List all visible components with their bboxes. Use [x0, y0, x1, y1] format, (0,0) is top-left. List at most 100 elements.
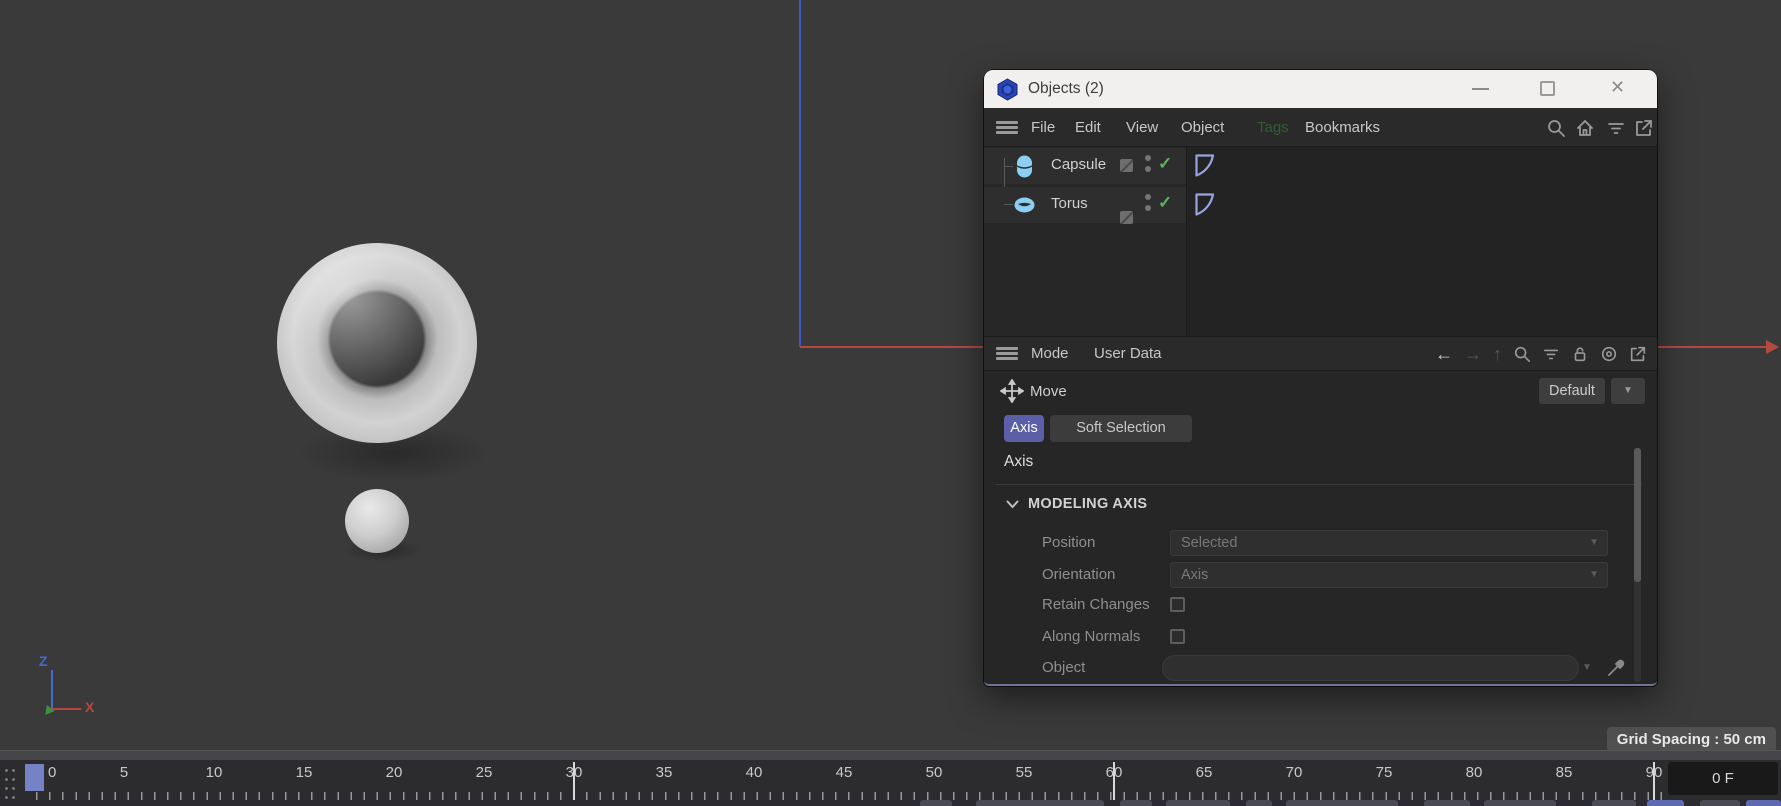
history-forward-icon[interactable]: → [1464, 345, 1482, 363]
preset-dropdown-arrow[interactable]: ▼ [1611, 378, 1645, 404]
orientation-label: Orientation [1042, 566, 1116, 583]
frame-label: 35 [655, 764, 673, 781]
menu-bookmarks[interactable]: Bookmarks [1305, 108, 1380, 147]
phong-tag-icon[interactable] [1194, 192, 1216, 217]
timeline-playhead[interactable] [25, 764, 44, 791]
toolbar-button-partial[interactable] [1484, 800, 1556, 806]
tab-soft-selection[interactable]: Soft Selection [1050, 415, 1192, 442]
frame-label: 55 [1015, 764, 1033, 781]
panel-menu-icon[interactable] [996, 347, 1018, 360]
frame-label: 50 [925, 764, 943, 781]
axis-gizmo-z-line [51, 670, 53, 710]
enabled-check-icon[interactable]: ✓ [1158, 193, 1172, 213]
position-label: Position [1042, 534, 1096, 551]
toolbar-button-partial[interactable] [920, 800, 952, 806]
filter-icon[interactable] [1542, 345, 1560, 363]
capsule-icon [1016, 155, 1033, 178]
phong-tag-icon[interactable] [1194, 153, 1216, 178]
toolbar-button-partial[interactable] [1120, 800, 1152, 806]
chevron-down-icon[interactable]: ▼ [1582, 655, 1592, 681]
tab-axis[interactable]: Axis [1004, 415, 1044, 442]
toolbar-button-partial-active[interactable] [1746, 800, 1781, 806]
object-name[interactable]: Capsule [1051, 156, 1106, 173]
active-tool-label: Move [1030, 383, 1067, 400]
object-name[interactable]: Torus [1051, 195, 1088, 212]
toolbar-button-partial[interactable] [1592, 800, 1636, 806]
group-modeling-axis[interactable]: MODELING AXIS [1028, 496, 1147, 512]
capsule-object[interactable] [345, 489, 409, 553]
visibility-dot-top[interactable] [1145, 155, 1151, 161]
menu-mode[interactable]: Mode [1031, 337, 1069, 370]
menu-tags[interactable]: Tags [1257, 108, 1289, 147]
filter-icon[interactable] [1606, 118, 1626, 138]
axis-gizmo-x-label: X [85, 699, 95, 715]
retain-changes-checkbox[interactable] [1170, 597, 1185, 612]
along-normals-checkbox[interactable] [1170, 629, 1185, 644]
history-back-icon[interactable]: ← [1435, 345, 1453, 363]
world-x-axis-line [800, 346, 984, 348]
search-icon[interactable] [1546, 118, 1566, 138]
target-icon[interactable] [1600, 345, 1618, 363]
frame-label: 0 [48, 764, 57, 781]
world-x-axis-line [1657, 346, 1767, 348]
minimize-button[interactable] [1472, 88, 1489, 90]
toolbar-button-partial[interactable] [1424, 800, 1470, 806]
object-manager-list: Capsule ✓ Torus ✓ [984, 147, 1657, 336]
toolbar-button-partial-active[interactable] [1647, 800, 1684, 806]
scrollbar-thumb[interactable] [1634, 448, 1641, 582]
home-icon[interactable] [1575, 118, 1595, 138]
visibility-dot-bottom[interactable] [1145, 166, 1151, 172]
toolbar-button-partial[interactable] [976, 800, 1104, 806]
orientation-value: Axis [1181, 567, 1209, 583]
object-link-input[interactable] [1162, 655, 1579, 681]
external-link-icon[interactable] [1629, 345, 1647, 363]
current-frame-field[interactable]: 0 F [1668, 762, 1778, 795]
window-title: Objects (2) [1028, 80, 1104, 97]
parent-up-icon[interactable]: ↑ [1493, 345, 1502, 363]
toolbar-button-partial[interactable] [1700, 800, 1740, 806]
visibility-dot-top[interactable] [1145, 194, 1151, 200]
axis-gizmo-x-line [51, 708, 81, 710]
frame-label: 70 [1285, 764, 1303, 781]
retain-changes-label: Retain Changes [1042, 596, 1150, 613]
search-icon[interactable] [1513, 345, 1531, 363]
visibility-dot-bottom[interactable] [1145, 205, 1151, 211]
position-dropdown[interactable]: Selected ▼ [1170, 530, 1608, 556]
toolbar-button-partial[interactable] [1166, 800, 1230, 806]
panel-menu-icon[interactable] [996, 121, 1018, 134]
menu-edit[interactable]: Edit [1075, 108, 1101, 147]
objects-window: Objects (2) ✕ File Edit View Object Tags… [984, 70, 1657, 686]
toolbar-button-partial[interactable] [1286, 800, 1398, 806]
layer-toggle-icon[interactable] [1120, 211, 1133, 224]
timeline-grip-handle[interactable] [3, 766, 16, 800]
orientation-dropdown[interactable]: Axis ▼ [1170, 562, 1608, 588]
layer-toggle-icon[interactable] [1120, 159, 1133, 172]
torus-object[interactable] [277, 243, 477, 443]
external-link-icon[interactable] [1634, 118, 1654, 138]
eyedropper-icon[interactable] [1606, 658, 1626, 678]
move-tool-icon [1000, 379, 1024, 403]
toolbar-button-partial[interactable] [1246, 800, 1272, 806]
axis-gizmo-z-label: Z [39, 653, 48, 669]
timeline-ruler[interactable]: 0 5 10 15 20 25 30 35 40 45 50 55 60 65 … [0, 760, 1781, 806]
frame-label: 40 [745, 764, 763, 781]
enabled-check-icon[interactable]: ✓ [1158, 154, 1172, 174]
menu-file[interactable]: File [1031, 108, 1055, 147]
menu-view[interactable]: View [1126, 108, 1158, 147]
object-label: Object [1042, 659, 1086, 676]
menu-user-data[interactable]: User Data [1094, 337, 1162, 370]
cinema4d-logo-icon [997, 78, 1018, 101]
tree-branch [1004, 166, 1013, 167]
chevron-down-icon[interactable] [1006, 500, 1019, 509]
world-z-axis-line [799, 0, 801, 347]
window-titlebar[interactable]: Objects (2) ✕ [984, 70, 1657, 108]
close-button[interactable]: ✕ [1610, 77, 1625, 98]
frame-label: 75 [1375, 764, 1393, 781]
preset-dropdown[interactable]: Default [1539, 378, 1605, 404]
section-title: Axis [1004, 453, 1034, 470]
lock-icon[interactable] [1571, 345, 1589, 363]
grid-spacing-badge: Grid Spacing : 50 cm [1606, 727, 1776, 752]
menu-object[interactable]: Object [1181, 108, 1224, 147]
tag-column [1186, 147, 1657, 336]
maximize-button[interactable] [1540, 81, 1555, 96]
